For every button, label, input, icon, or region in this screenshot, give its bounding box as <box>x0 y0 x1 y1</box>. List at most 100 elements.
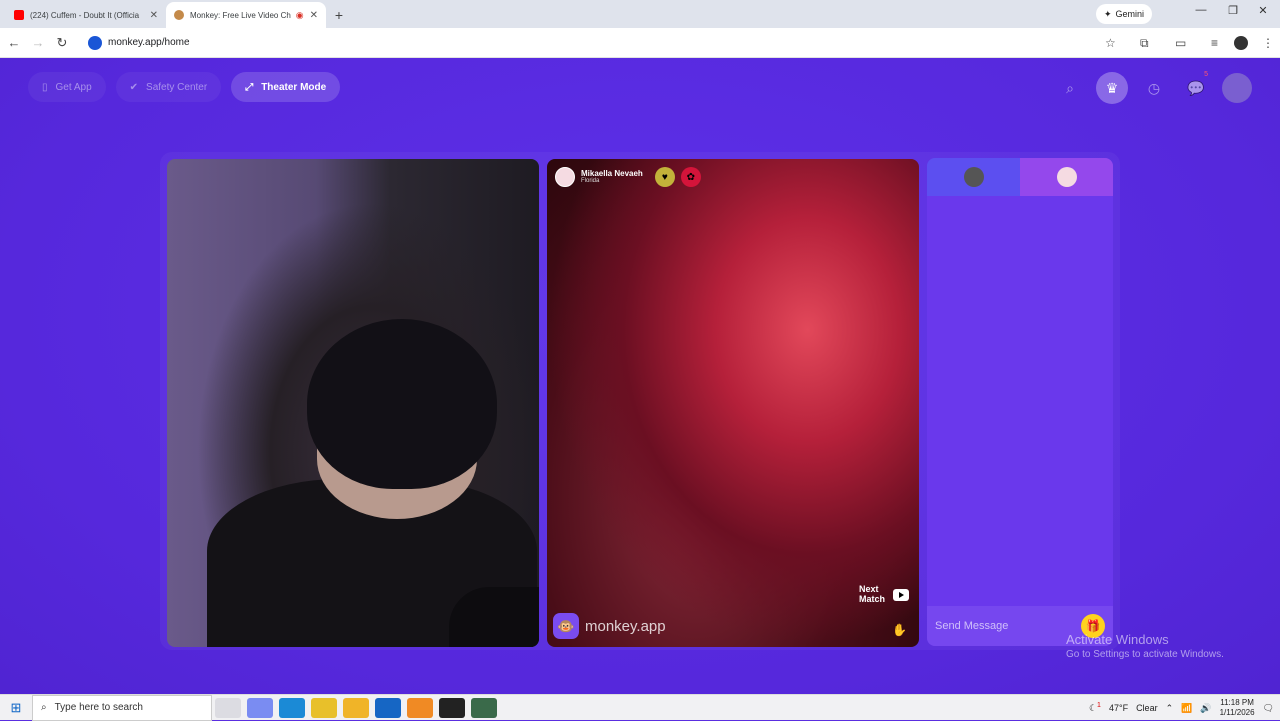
shield-icon: ✔ <box>129 81 139 93</box>
avatar[interactable] <box>1222 73 1252 103</box>
message-input[interactable] <box>935 620 1081 632</box>
taskbar: ⊞ ⌕ Type here to search ☾1 47°F Clear ⌃ … <box>0 694 1280 721</box>
clock[interactable]: 11:18 PM 1/11/2026 <box>1220 698 1255 717</box>
messages-badge: 5 <box>1204 71 1208 78</box>
weather-icon[interactable]: ☾1 <box>1089 702 1101 714</box>
activate-title: Activate Windows <box>1066 632 1169 647</box>
cast-icon[interactable]: ▭ <box>1175 36 1186 50</box>
close-window-icon[interactable]: ✕ <box>1248 4 1278 17</box>
reload-icon[interactable]: ↻ <box>50 35 74 51</box>
sparkle-icon: ✦ <box>1103 8 1112 19</box>
history-icon[interactable]: ◷ <box>1138 72 1170 104</box>
peer-chat-avatar <box>1056 167 1077 187</box>
phone-icon: ▯ <box>42 81 48 93</box>
peer-location: Florida <box>581 178 600 185</box>
minimize-icon[interactable]: — <box>1186 4 1216 16</box>
theater-mode-label: Theater Mode <box>261 81 327 93</box>
hand-icon[interactable]: ✋ <box>892 623 907 637</box>
app-a-icon[interactable] <box>407 697 433 718</box>
profile-icon[interactable] <box>1234 36 1248 50</box>
search-placeholder: Type here to search <box>54 702 143 713</box>
tab-strip: (224) Cuffem - Doubt It (Officia ✕ Monke… <box>0 0 1280 28</box>
close-tab-icon[interactable]: ✕ <box>310 10 318 21</box>
task-view-icon[interactable] <box>215 697 241 718</box>
tab-youtube[interactable]: (224) Cuffem - Doubt It (Officia ✕ <box>6 2 166 28</box>
weather-temp: 47°F <box>1108 703 1129 713</box>
network-icon[interactable]: 📶 <box>1181 703 1192 714</box>
tray-chevron-icon[interactable]: ⌃ <box>1166 703 1174 714</box>
tab-title: (224) Cuffem - Doubt It (Officia <box>30 10 140 20</box>
safety-center-label: Safety Center <box>146 81 208 93</box>
my-avatar <box>963 167 984 187</box>
media-icon[interactable]: ≡ <box>1211 36 1218 50</box>
peer-video: Mikaella Nevaeh Florida ♥ ✿ Next Match 🐵… <box>547 159 919 647</box>
peer-name: Mikaella Nevaeh <box>581 168 643 178</box>
play-icon <box>893 589 909 602</box>
notifications-icon[interactable]: 🗨 <box>1263 703 1274 714</box>
peer-header: Mikaella Nevaeh Florida ♥ ✿ <box>555 167 701 187</box>
file-explorer-icon[interactable] <box>343 697 369 718</box>
date: 1/11/2026 <box>1219 708 1255 717</box>
taskbar-search[interactable]: ⌕ Type here to search <box>32 694 212 721</box>
new-tab-button[interactable]: + <box>326 2 352 28</box>
chat-tabs <box>927 158 1113 196</box>
my-video <box>167 159 539 647</box>
microphone-shape <box>449 587 539 647</box>
url-text: monkey.app/home <box>108 37 190 48</box>
activate-windows-watermark: Activate Windows Go to Settings to activ… <box>1066 632 1224 660</box>
get-app-label: Get App <box>55 81 92 93</box>
brand-watermark: 🐵 monkey.app <box>553 613 666 639</box>
brand-text: monkey.app <box>585 617 666 635</box>
next-match-button[interactable]: Next Match <box>858 584 909 605</box>
safety-center-button[interactable]: ✔ Safety Center <box>115 72 222 102</box>
gemini-label: Gemini <box>1115 9 1144 19</box>
youtube-icon <box>14 10 24 20</box>
edge-icon[interactable] <box>279 697 305 718</box>
app-b-icon[interactable] <box>439 697 465 718</box>
chat-panel: 🎁 <box>927 158 1113 646</box>
time: 11:18 PM <box>1220 698 1254 708</box>
activate-subtitle: Go to Settings to activate Windows. <box>1066 649 1224 660</box>
chrome-icon[interactable] <box>311 697 337 718</box>
reaction-icon[interactable]: ✿ <box>680 167 701 187</box>
right-nav: ⌕ ♛ ◷ 💬 5 <box>1054 71 1252 104</box>
peer-info: Mikaella Nevaeh Florida <box>581 168 643 185</box>
address-bar: ← → ↻ monkey.app/home <box>0 28 1280 58</box>
tab-title: Monkey: Free Live Video Ch <box>190 10 291 20</box>
tab-monkey[interactable]: Monkey: Free Live Video Ch ◉ ✕ <box>166 2 326 28</box>
weather-desc: Clear <box>1136 703 1158 713</box>
tab-my-chat[interactable] <box>927 158 1020 196</box>
app-c-icon[interactable] <box>471 697 497 718</box>
tab-peer-chat[interactable] <box>1020 158 1113 196</box>
gemini-button[interactable]: ✦ Gemini <box>1095 4 1152 24</box>
url-field[interactable]: monkey.app/home <box>88 35 190 50</box>
get-app-button[interactable]: ▯ Get App <box>28 72 106 102</box>
heart-icon[interactable]: ♥ <box>654 167 675 187</box>
top-nav: ▯ Get App ✔ Safety Center ⤢ Theater Mode <box>28 72 341 102</box>
extensions-icon[interactable]: ⧉ <box>1140 36 1149 51</box>
forward-icon[interactable]: → <box>26 35 50 50</box>
theater-mode-button[interactable]: ⤢ Theater Mode <box>231 72 341 102</box>
search-icon: ⌕ <box>41 702 47 713</box>
copilot-icon[interactable] <box>247 697 273 718</box>
close-tab-icon[interactable]: ✕ <box>150 10 158 21</box>
search-icon[interactable]: ⌕ <box>1054 72 1086 104</box>
crown-icon[interactable]: ♛ <box>1096 72 1128 104</box>
monkey-logo-icon: 🐵 <box>553 613 579 639</box>
volume-icon[interactable]: 🔊 <box>1200 703 1211 714</box>
messages-icon[interactable]: 💬 5 <box>1180 71 1212 104</box>
expand-icon: ⤢ <box>245 81 254 93</box>
peer-avatar[interactable] <box>555 167 575 187</box>
windows-start-icon[interactable]: ⊞ <box>0 700 32 716</box>
site-info-icon[interactable] <box>88 35 102 50</box>
menu-icon[interactable]: ⋮ <box>1262 36 1274 50</box>
weather-badge: 1 <box>1097 702 1101 709</box>
system-tray: ☾1 47°F Clear ⌃ 📶 🔊 11:18 PM 1/11/2026 🗨 <box>1089 695 1274 721</box>
monkey-icon <box>174 10 184 20</box>
maximize-icon[interactable]: ❐ <box>1218 4 1248 17</box>
bookmark-star-icon[interactable]: ☆ <box>1105 36 1116 50</box>
back-icon[interactable]: ← <box>2 35 26 50</box>
next-match-line2: Match <box>858 594 885 605</box>
recording-icon: ◉ <box>295 9 304 20</box>
outlook-icon[interactable] <box>375 697 401 718</box>
